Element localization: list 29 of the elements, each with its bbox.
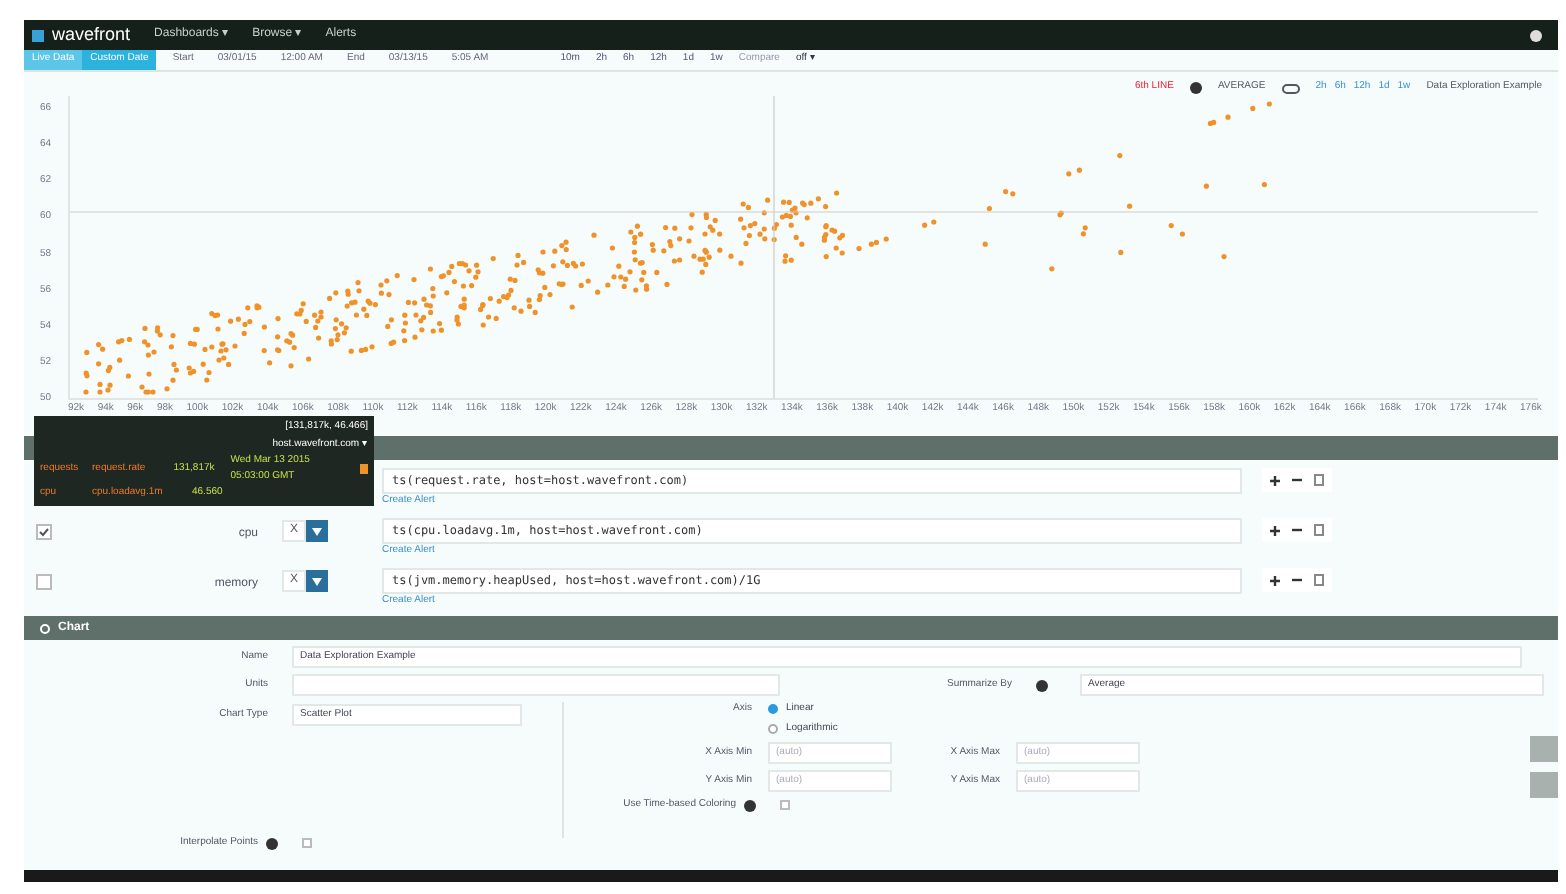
units-input[interactable] xyxy=(292,674,780,696)
checkbox[interactable] xyxy=(36,574,52,590)
dropdown-button[interactable] xyxy=(306,570,328,592)
minus-icon[interactable] xyxy=(1292,478,1302,482)
caret-icon xyxy=(312,527,322,535)
add-icon[interactable] xyxy=(1270,525,1280,535)
info-icon xyxy=(1036,679,1048,691)
info-icon xyxy=(1189,82,1202,94)
add-icon[interactable] xyxy=(1270,575,1280,585)
checkbox[interactable] xyxy=(36,524,52,540)
minus-icon[interactable] xyxy=(1292,578,1302,582)
add-icon[interactable] xyxy=(1270,475,1280,485)
info-icon xyxy=(744,799,756,812)
radio-button[interactable] xyxy=(768,704,778,715)
caret-icon xyxy=(312,577,322,585)
copy-icon[interactable] xyxy=(1314,574,1324,586)
series-swatch-icon xyxy=(360,464,368,474)
settings-icon xyxy=(40,623,50,633)
checkbox[interactable] xyxy=(780,800,790,811)
copy-icon[interactable] xyxy=(1314,524,1324,536)
radio-button[interactable] xyxy=(768,723,778,734)
copy-icon[interactable] xyxy=(1314,474,1324,486)
settings-icon[interactable] xyxy=(1530,29,1542,41)
info-icon xyxy=(266,837,278,850)
checkbox[interactable] xyxy=(302,838,312,849)
minus-icon[interactable] xyxy=(1292,528,1302,532)
logo-icon xyxy=(32,29,44,41)
logo-text: wavefront xyxy=(52,21,131,48)
dropdown-button[interactable] xyxy=(306,520,328,542)
